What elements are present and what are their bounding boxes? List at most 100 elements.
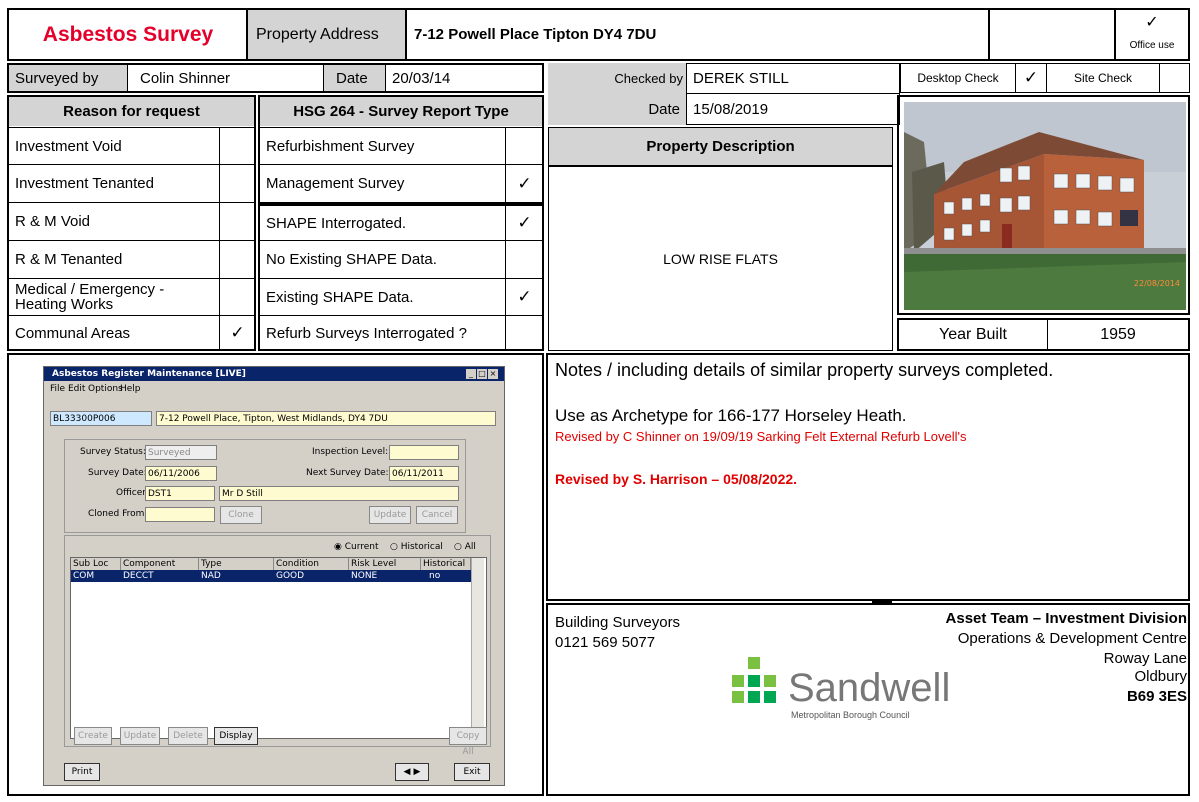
col-condition[interactable]: Condition <box>274 558 349 570</box>
property-address-field[interactable]: 7-12 Powell Place, Tipton, West Midlands… <box>156 411 496 426</box>
office-tick: ✓ <box>1145 14 1159 31</box>
hsg-item-label: Management Survey <box>266 175 405 192</box>
hsg-thick-divider <box>258 202 544 206</box>
table-scrollbar[interactable] <box>471 558 484 736</box>
minimize-icon[interactable]: _ <box>466 369 476 379</box>
cloned-from-label: Cloned From: <box>88 509 148 519</box>
inspection-level-label: Inspection Level: <box>312 447 389 457</box>
next-survey-field[interactable]: 06/11/2011 <box>389 466 459 481</box>
nav-arrows[interactable]: ◀ ▶ <box>395 763 429 781</box>
footer-addr-2: Roway Lane <box>1103 650 1187 667</box>
survey-date-field[interactable]: 06/11/2006 <box>145 466 217 481</box>
hsg-tick-box[interactable]: ✓ <box>506 165 543 202</box>
footer-addr-1: Operations & Development Centre <box>957 630 1187 647</box>
survey-status-label: Survey Status: <box>80 447 146 457</box>
close-icon[interactable]: × <box>488 369 498 379</box>
footer-phone: 0121 569 5077 <box>555 634 656 651</box>
reason-tick-box[interactable] <box>220 279 255 315</box>
checked-date: 15/08/2019 <box>693 100 769 118</box>
radio-current-label: Current <box>344 542 379 552</box>
cell-type: NAD <box>201 571 221 581</box>
footer-team: Asset Team – Investment Division <box>945 610 1187 627</box>
survey-status-select[interactable]: Surveyed <box>145 445 217 460</box>
radio-all-label: All <box>464 542 476 552</box>
reason-tick-box[interactable] <box>220 241 255 278</box>
menu-options[interactable]: Options <box>88 384 123 394</box>
register-window: Asbestos Register Maintenance [LIVE] _ □… <box>43 366 505 786</box>
hsg-tick-box[interactable]: ✓ <box>506 279 543 315</box>
maximize-icon[interactable]: □ <box>477 369 487 379</box>
reason-heading: Reason for request <box>9 97 254 126</box>
component-table[interactable] <box>70 557 487 739</box>
inspection-level-field[interactable] <box>389 445 459 460</box>
cell-component: DECCT <box>123 571 154 581</box>
radio-current[interactable]: ◉ Current <box>334 542 379 552</box>
window-controls[interactable]: _ □ × <box>466 369 500 379</box>
hsg-item-label: Refurb Surveys Interrogated ? <box>266 324 467 342</box>
col-sub-loc[interactable]: Sub Loc <box>71 558 121 570</box>
cloned-from-field[interactable] <box>145 507 215 522</box>
footer-dept: Building Surveyors <box>555 614 681 631</box>
photo-date-stamp: 22/08/2014 <box>1133 279 1180 288</box>
hsg-item-label: Existing SHAPE Data. <box>266 288 414 306</box>
radio-historical[interactable]: ○ Historical <box>390 542 443 552</box>
cell-sub-loc: COM <box>73 571 95 581</box>
update-button[interactable]: Update <box>120 727 160 745</box>
reason-tick-box[interactable] <box>220 203 255 240</box>
office-use-label: Office use <box>1129 39 1175 51</box>
cell-historical: no <box>429 571 441 581</box>
reason-item-label: Investment Tenanted <box>15 175 154 192</box>
create-button[interactable]: Create <box>74 727 112 745</box>
col-risk-level[interactable]: Risk Level <box>349 558 421 570</box>
survey-date-label: Survey Date: <box>88 468 147 478</box>
radio-all[interactable]: ○ All <box>454 542 476 552</box>
reason-item-label: Investment Void <box>15 137 122 155</box>
copy-all-button[interactable]: Copy All <box>449 727 487 757</box>
officer-code-field[interactable]: DST1 <box>145 486 215 501</box>
property-ref-field[interactable]: BL33300P006 <box>50 411 152 426</box>
update-survey-button[interactable]: Update <box>369 506 411 524</box>
year-built-label: Year Built <box>939 325 1007 343</box>
divider <box>872 600 892 604</box>
hsg-tick-box[interactable]: ✓ <box>506 206 543 240</box>
hsg-tick-box[interactable] <box>506 128 543 164</box>
reason-item-label: R & M Tenanted <box>15 251 123 268</box>
date-label: Date <box>324 65 385 91</box>
cell-condition: GOOD <box>276 571 305 581</box>
col-component[interactable]: Component <box>121 558 199 570</box>
menu-help[interactable]: Help <box>120 384 141 394</box>
reason-item-label: R & M Void <box>15 213 91 230</box>
divider <box>988 10 990 59</box>
radio-historical-label: Historical <box>400 542 443 552</box>
hsg-tick-box[interactable] <box>506 316 543 350</box>
reason-tick-box[interactable]: ✓ <box>220 316 255 350</box>
menu-edit[interactable]: Edit <box>68 384 85 394</box>
hsg-tick-box[interactable] <box>506 241 543 278</box>
desktop-check-label: Desktop Check <box>917 71 999 85</box>
cancel-button[interactable]: Cancel <box>416 506 458 524</box>
year-built: 1959 <box>1100 325 1136 343</box>
exit-button[interactable]: Exit <box>454 763 490 781</box>
reason-tick-box[interactable] <box>220 128 255 164</box>
menu-file[interactable]: File <box>50 384 65 394</box>
property-address: 7-12 Powell Place Tipton DY4 7DU <box>414 26 657 43</box>
surveyed-by-label: Surveyed by <box>9 65 127 91</box>
footer-postcode: B69 3ES <box>1126 688 1187 705</box>
hsg-item-label: Refurbishment Survey <box>266 137 415 155</box>
print-button[interactable]: Print <box>64 763 100 781</box>
next-survey-label: Next Survey Date: <box>306 468 389 478</box>
reason-item-label: Communal Areas <box>15 324 131 342</box>
notes-archetype: Use as Archetype for 166-177 Horseley He… <box>555 406 907 425</box>
delete-button[interactable]: Delete <box>168 727 208 745</box>
display-button[interactable]: Display <box>214 727 258 745</box>
officer-name-field[interactable]: Mr D Still <box>219 486 459 501</box>
reason-tick-box[interactable] <box>220 165 255 202</box>
col-type[interactable]: Type <box>199 558 274 570</box>
clone-button[interactable]: Clone <box>220 506 262 524</box>
notes-revised-1: Revised by C Shinner on 19/09/19 Sarking… <box>555 429 967 444</box>
site-check-label: Site Check <box>1073 71 1133 85</box>
checked-date-label: Date <box>648 100 680 118</box>
property-address-label: Property Address <box>248 10 405 59</box>
col-historical[interactable]: Historical <box>421 558 471 570</box>
label-line-2: Heating Works <box>15 296 114 313</box>
